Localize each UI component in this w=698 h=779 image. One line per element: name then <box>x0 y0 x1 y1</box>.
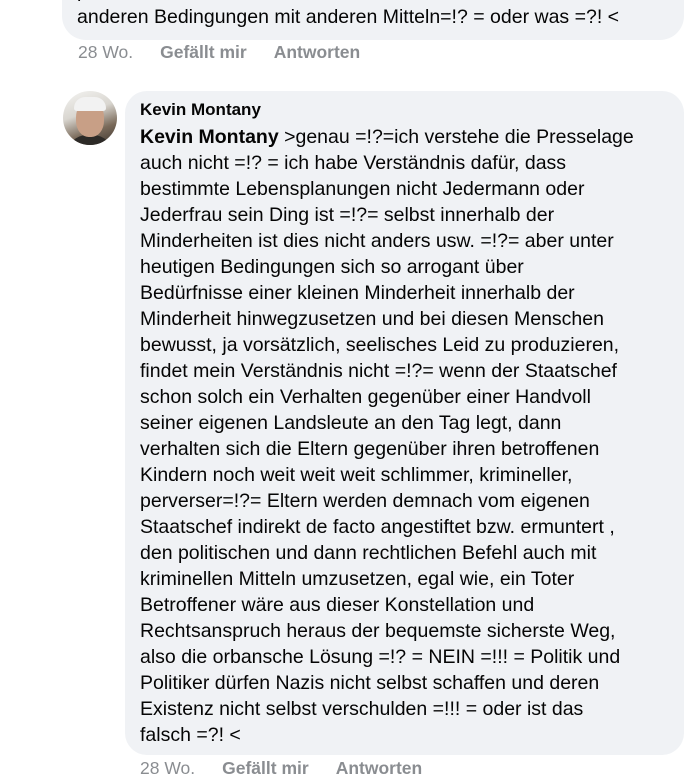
comment-body: >genau =!?=ich verstehe die Presselage a… <box>140 126 634 746</box>
reply-button[interactable]: Antworten <box>274 42 361 63</box>
reply-button[interactable]: Antworten <box>336 758 423 779</box>
like-button[interactable]: Gefällt mir <box>160 42 247 63</box>
comment-author[interactable]: Kevin Montany <box>140 100 261 120</box>
avatar[interactable] <box>63 91 117 145</box>
comment-actions: 28 Wo. Gefällt mir Antworten <box>140 758 449 779</box>
comment-text: Kevin Montany >genau =!?=ich verstehe di… <box>140 124 670 748</box>
avatar-cap <box>74 97 106 111</box>
like-button[interactable]: Gefällt mir <box>222 758 309 779</box>
comment-timestamp[interactable]: 28 Wo. <box>78 42 133 63</box>
previous-comment-text: anderen Bedingungen mit anderen Mitteln=… <box>77 6 620 28</box>
previous-comment-actions: 28 Wo. Gefällt mir Antworten <box>78 42 387 63</box>
comment-timestamp[interactable]: 28 Wo. <box>140 758 195 779</box>
mention-link[interactable]: Kevin Montany <box>140 126 279 148</box>
